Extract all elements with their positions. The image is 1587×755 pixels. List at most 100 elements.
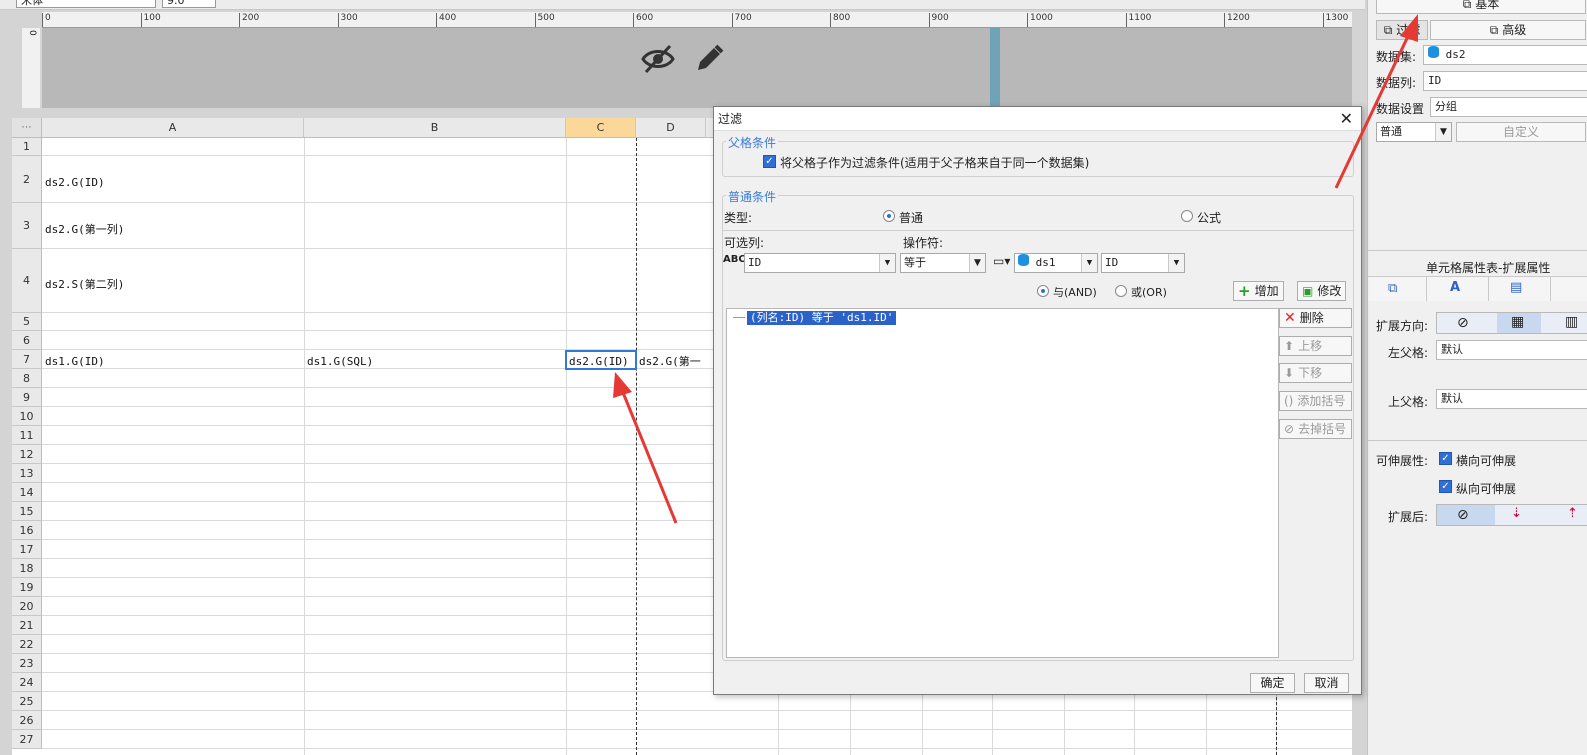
row-header-10[interactable]: 10: [12, 407, 42, 426]
condition-item[interactable]: (列名:ID) 等于 'ds1.ID': [747, 311, 897, 325]
row-header-27[interactable]: 27: [12, 730, 42, 749]
horizontal-expand-icon[interactable]: ▥: [1565, 314, 1578, 330]
cell-a2[interactable]: ds2.G(ID): [45, 176, 105, 189]
row-header-16[interactable]: 16: [12, 521, 42, 540]
row-header-13[interactable]: 13: [12, 464, 42, 483]
column-header-b[interactable]: B: [304, 118, 566, 138]
row-header-1[interactable]: 1: [12, 138, 42, 156]
sort-asc-icon[interactable]: ⇣: [1511, 506, 1522, 521]
datacol-field[interactable]: ID: [1423, 71, 1587, 91]
row-header-22[interactable]: 22: [12, 635, 42, 654]
add-button[interactable]: + 增加: [1233, 281, 1284, 301]
type-normal-radio[interactable]: [883, 210, 895, 222]
delete-button[interactable]: ✕ 删除: [1279, 308, 1352, 328]
left-parent-label: 左父格:: [1388, 346, 1429, 360]
advanced-icon: ⧉: [1489, 23, 1503, 37]
cell-a7[interactable]: ds1.G(ID): [45, 355, 105, 368]
mode-select[interactable]: 普通 ▼: [1376, 122, 1452, 142]
and-label: 与(AND): [1053, 286, 1097, 299]
no-sort-icon[interactable]: ⊘: [1457, 507, 1469, 523]
ok-button[interactable]: 确定: [1250, 673, 1295, 693]
ext-attr-tab-icon[interactable]: ⧉: [1388, 281, 1397, 296]
selected-cell-c7[interactable]: [565, 350, 637, 370]
close-icon[interactable]: ✕: [1340, 109, 1353, 129]
hide-eye-icon[interactable]: [640, 42, 676, 76]
tab-basic[interactable]: ⧉ 基本: [1376, 0, 1586, 14]
move-down-button[interactable]: ⬇ 下移: [1279, 363, 1352, 383]
delete-x-icon: ✕: [1284, 310, 1296, 326]
vertical-expand-icon[interactable]: ▦: [1511, 314, 1524, 330]
edit-pencil-icon[interactable]: [692, 42, 726, 76]
column-select[interactable]: ID ▼: [744, 253, 896, 273]
font-size-select[interactable]: 9.0: [162, 0, 216, 8]
row-header-18[interactable]: 18: [12, 559, 42, 578]
custom-button[interactable]: 自定义: [1456, 122, 1586, 142]
chevron-down-icon: ▼: [969, 254, 985, 272]
row-header-2[interactable]: 2: [12, 156, 42, 203]
row-header-14[interactable]: 14: [12, 483, 42, 502]
tab-advanced[interactable]: ⧉ 高级: [1430, 20, 1586, 40]
row-header-8[interactable]: 8: [12, 369, 42, 388]
row-header-3[interactable]: 3: [12, 203, 42, 249]
other-tab-icon[interactable]: ▤: [1510, 280, 1522, 295]
style-tab-icon[interactable]: A: [1450, 280, 1460, 295]
row-header-21[interactable]: 21: [12, 616, 42, 635]
cell-b7[interactable]: ds1.G(SQL): [307, 355, 373, 368]
or-radio[interactable]: [1115, 285, 1127, 297]
datasetting-field[interactable]: 分组: [1430, 97, 1587, 117]
dataset-select[interactable]: ds1 ▼: [1014, 253, 1098, 273]
row-header-25[interactable]: 25: [12, 692, 42, 711]
row-header-5[interactable]: 5: [12, 313, 42, 331]
value-type-icon[interactable]: ▭▾: [993, 254, 1010, 268]
stretch-vertical-checkbox[interactable]: ✓: [1439, 480, 1452, 493]
cell-a4[interactable]: ds2.S(第二列): [45, 276, 124, 292]
row-header-24[interactable]: 24: [12, 673, 42, 692]
operator-label: 操作符:: [903, 236, 944, 250]
row-header-19[interactable]: 19: [12, 578, 42, 597]
and-radio[interactable]: [1037, 285, 1049, 297]
arrow-up-icon: ⬆: [1284, 339, 1295, 353]
condition-list[interactable]: (列名:ID) 等于 'ds1.ID': [726, 308, 1279, 658]
row-header-11[interactable]: 11: [12, 426, 42, 445]
top-parent-field[interactable]: 默认: [1436, 389, 1587, 409]
row-header-6[interactable]: 6: [12, 331, 42, 350]
move-up-button[interactable]: ⬆ 上移: [1279, 336, 1352, 356]
column-header-a[interactable]: A: [42, 118, 304, 138]
row-header-7[interactable]: 7: [12, 350, 42, 369]
remove-paren-button[interactable]: ⊘ 去掉括号: [1279, 419, 1352, 439]
add-paren-button[interactable]: () 添加括号: [1279, 391, 1352, 411]
filter-icon: ⧉: [1383, 23, 1397, 37]
column-header-c[interactable]: C: [566, 118, 636, 138]
expand-direction-label: 扩展方向:: [1376, 319, 1429, 333]
field-select[interactable]: ID ▼: [1101, 253, 1185, 273]
ruler-tick: 0: [42, 13, 51, 27]
left-parent-field[interactable]: 默认: [1436, 340, 1587, 360]
header-marker: [990, 28, 1000, 108]
dataset-field[interactable]: ds2: [1423, 45, 1587, 65]
cell-a3[interactable]: ds2.G(第一列): [45, 221, 124, 237]
row-header-15[interactable]: 15: [12, 502, 42, 521]
cancel-button[interactable]: 取消: [1304, 673, 1349, 693]
row-header-20[interactable]: 20: [12, 597, 42, 616]
cell-d7[interactable]: ds2.G(第一: [639, 353, 701, 369]
stretch-horizontal-checkbox[interactable]: ✓: [1439, 452, 1452, 465]
type-formula-radio[interactable]: [1181, 210, 1193, 222]
tab-filter[interactable]: ⧉ 过滤: [1376, 20, 1428, 40]
dataset-label: 数据集:: [1376, 50, 1417, 64]
row-header-12[interactable]: 12: [12, 445, 42, 464]
row-header-9[interactable]: 9: [12, 388, 42, 407]
row-header-17[interactable]: 17: [12, 540, 42, 559]
parent-filter-checkbox[interactable]: ✓: [763, 155, 776, 168]
row-header-26[interactable]: 26: [12, 711, 42, 730]
chevron-down-icon: ▼: [1435, 123, 1451, 141]
filter-dialog: 过滤 ✕ 父格条件 ✓ 将父格子作为过滤条件(适用于父子格来自于同一个数据集) …: [713, 106, 1362, 695]
no-expand-icon[interactable]: ⊘: [1457, 315, 1469, 331]
row-header-23[interactable]: 23: [12, 654, 42, 673]
row-header-4[interactable]: 4: [12, 249, 42, 313]
sort-desc-icon[interactable]: ⇡: [1567, 506, 1578, 521]
font-name-select[interactable]: 宋体: [16, 0, 156, 8]
modify-button[interactable]: ▣ 修改: [1297, 281, 1347, 301]
operator-select[interactable]: 等于 ▼: [900, 253, 986, 273]
column-header-d[interactable]: D: [636, 118, 706, 138]
select-all-corner[interactable]: ⋯: [12, 118, 42, 138]
